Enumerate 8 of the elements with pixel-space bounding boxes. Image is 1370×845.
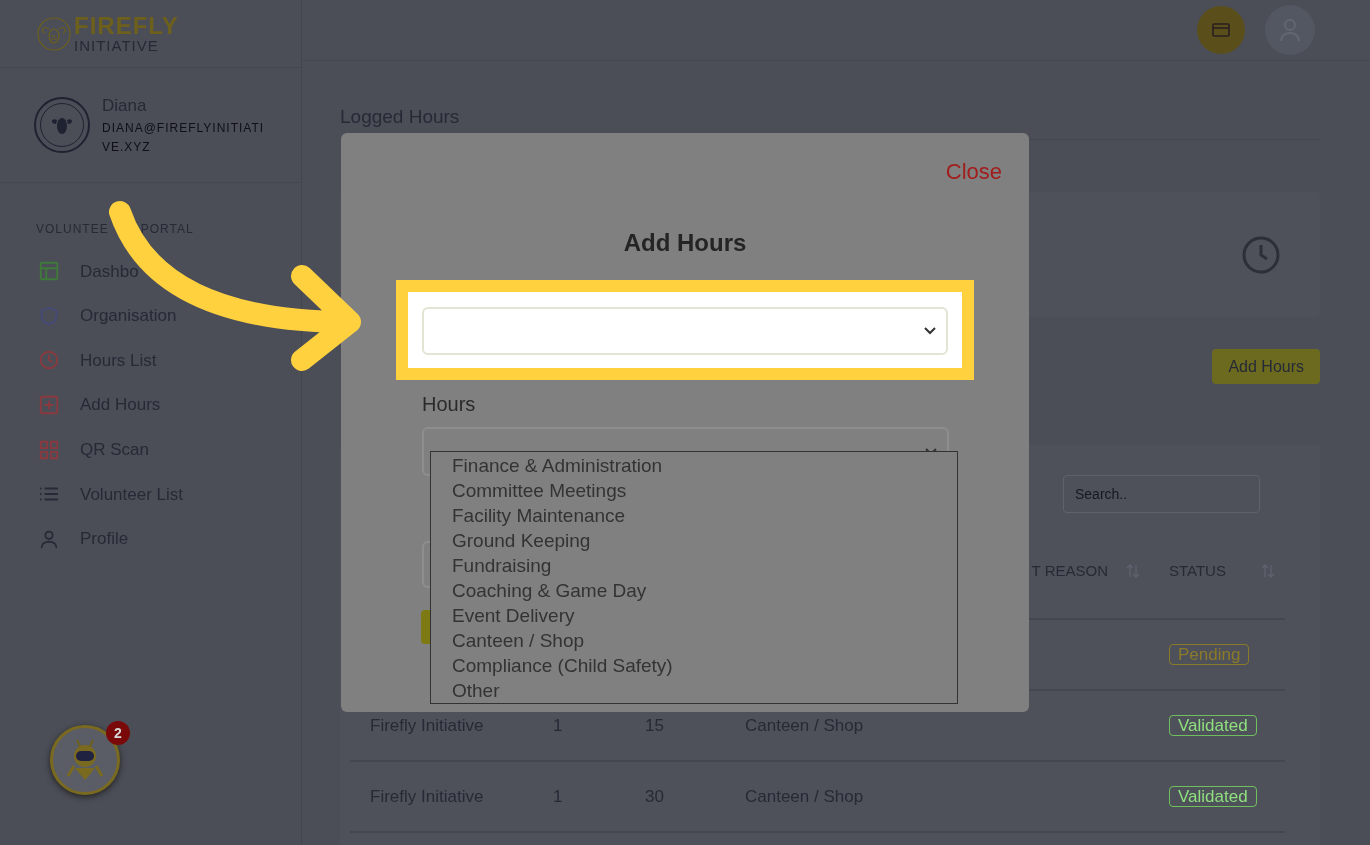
status-badge: Validated [1169, 714, 1257, 736]
modal-title: Add Hours [623, 228, 747, 258]
field-label: Hours [422, 392, 477, 417]
notification-badge: 2 [106, 721, 130, 745]
user-email: DIANA@FIREFLYINITIATIVE.XYZ [102, 119, 266, 156]
logo-title: FIREFLY [74, 14, 179, 38]
status-badge: Validated [1169, 785, 1257, 807]
status-badge: Pending [1169, 643, 1250, 665]
